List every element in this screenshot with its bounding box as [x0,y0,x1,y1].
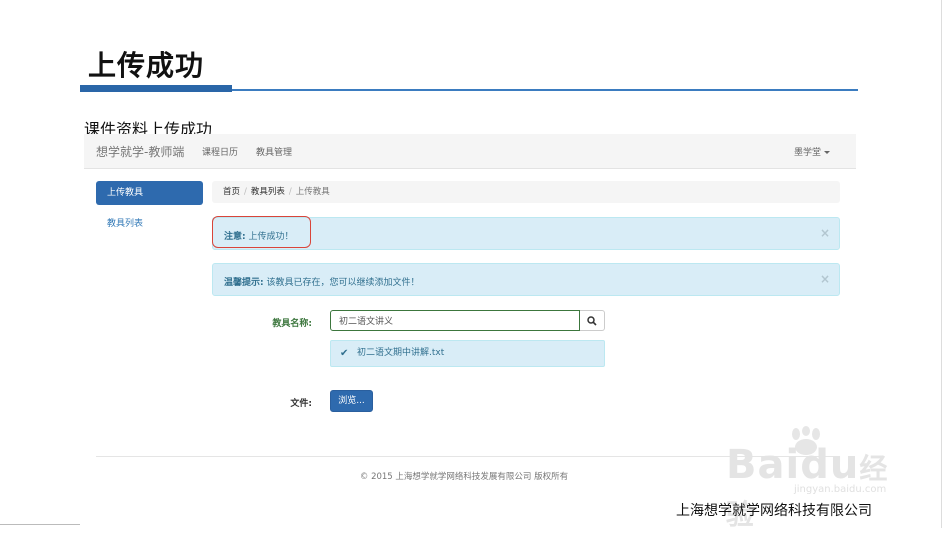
alert-label: 温馨提示: [224,278,264,288]
search-button[interactable] [580,310,605,331]
sidebar-item-upload[interactable]: 上传教具 [96,181,203,205]
check-icon: ✔ [340,348,349,359]
navbar-brand[interactable]: 想学就学-教师端 [96,143,184,160]
slide-title: 上传成功 [88,49,205,82]
watermark-url: jingyan.baidu.com [794,484,887,495]
title-divider [232,89,858,91]
search-result-item[interactable]: ✔ 初二语文期中讲解.txt [330,340,605,367]
breadcrumb-list[interactable]: 教具列表 [251,187,285,197]
breadcrumb: 首页 / 教具列表 / 上传教具 [212,181,840,203]
result-file-name: 初二语文期中讲解.txt [357,348,445,358]
search-icon [587,315,597,326]
baidu-watermark: Baidu经验 jingyan.baidu.com [726,426,896,531]
browse-button[interactable]: 浏览... [330,390,373,412]
watermark-text: Bai [726,442,801,488]
title-accent-bar [80,85,232,92]
alert-close-icon[interactable]: × [820,226,830,240]
user-name: 墨学堂 [793,148,821,158]
breadcrumb-home[interactable]: 首页 [223,187,240,197]
sidebar-item-list[interactable]: 教具列表 [107,216,143,229]
edge-line [0,524,80,525]
alert-tip: 温馨提示: 该教具已存在，您可以继续添加文件！ × [212,263,840,296]
company-name: 上海想学就学网络科技有限公司 [676,503,872,519]
tool-name-input[interactable] [330,310,580,331]
user-menu[interactable]: 墨学堂 [794,145,830,158]
alert-message: 该教具已存在，您可以继续添加文件！ [266,278,420,288]
tool-name-label: 教具名称: [272,319,312,329]
nav-link-tools[interactable]: 教具管理 [256,145,292,158]
caret-down-icon [824,151,830,154]
breadcrumb-current: 上传教具 [295,187,330,197]
nav-link-calendar[interactable]: 课程日历 [202,145,238,158]
alert-close-icon[interactable]: × [820,272,830,286]
annotation-highlight [212,216,311,248]
file-label: 文件: [290,399,312,409]
watermark-text-2: du [800,442,860,488]
top-navbar: 想学就学-教师端 课程日历 教具管理 墨学堂 [84,134,856,169]
